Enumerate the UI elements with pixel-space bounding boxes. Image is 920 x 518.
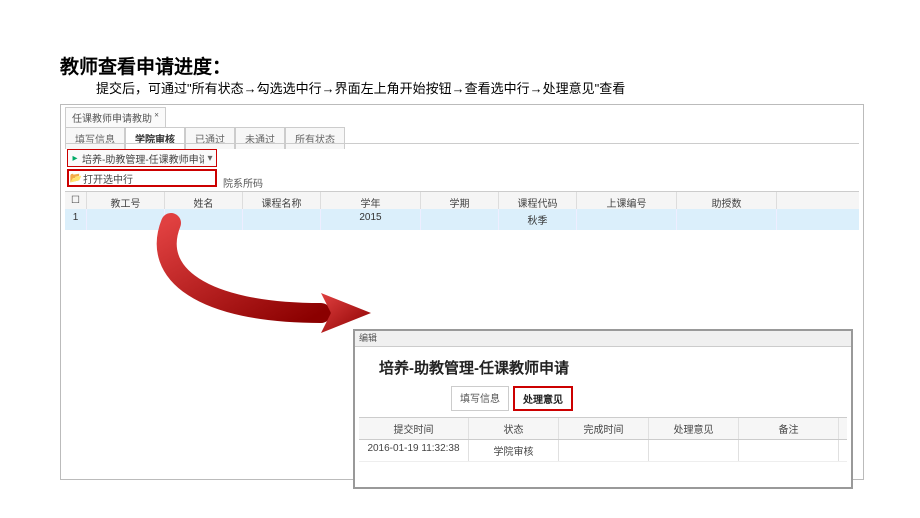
popup-row-cell: 2016-01-19 11:32:38 [359, 440, 469, 461]
row-index: 1 [65, 209, 87, 230]
page-subtitle: 提交后，可通过"所有状态→勾选选中行→界面左上角开始按钮→查看选中行→处理意见"… [96, 78, 625, 97]
open-selected-row-button[interactable]: 📂 打开选中行 [67, 169, 217, 187]
tab-college-review[interactable]: 学院审核 [125, 127, 185, 149]
tab-fill-info[interactable]: 填写信息 [65, 127, 125, 149]
popup-grid-header: 提交时间 状态 完成时间 处理意见 备注 [359, 417, 847, 440]
row-cell [87, 209, 165, 230]
close-icon[interactable]: × [152, 111, 159, 120]
row-cell: 秋季 [499, 209, 577, 230]
popup-header-cell: 备注 [739, 418, 839, 439]
page-title: 教师查看申请进度： [60, 52, 231, 79]
popup-tab-process-opinion[interactable]: 处理意见 [513, 386, 573, 411]
popup-row-cell [739, 440, 839, 461]
popup-table-row[interactable]: 2016-01-19 11:32:38 学院审核 [359, 440, 847, 462]
folder-open-icon: 📂 [69, 173, 83, 184]
row-cell [577, 209, 677, 230]
detail-popup: 编辑 培养-助教管理-任课教师申请 填写信息 处理意见 提交时间 状态 完成时间… [353, 329, 853, 489]
open-btn-label: 打开选中行 [83, 171, 133, 186]
tab-passed[interactable]: 已通过 [185, 127, 235, 149]
row-cell: 2015 [321, 209, 421, 230]
popup-row-cell [649, 440, 739, 461]
popup-header-cell: 处理意见 [649, 418, 739, 439]
table-row[interactable]: 1 2015 秋季 [65, 209, 859, 230]
popup-header-cell: 状态 [469, 418, 559, 439]
tab-all-status[interactable]: 所有状态 [285, 127, 345, 149]
instruction-arrow-icon [121, 213, 381, 353]
row-cell [421, 209, 499, 230]
popup-row-cell [559, 440, 649, 461]
popup-header-cell: 完成时间 [559, 418, 649, 439]
start-menu-combo[interactable]: ▸ 培养-助教管理-任课教师申请 ▾ [67, 149, 217, 167]
row-cell [677, 209, 777, 230]
popup-tabs: 填写信息 处理意见 [451, 386, 851, 411]
popup-header-cell: 提交时间 [359, 418, 469, 439]
tab-not-passed[interactable]: 未通过 [235, 127, 285, 149]
popup-title: 培养-助教管理-任课教师申请 [379, 357, 851, 378]
dept-code-label: 院系所码 [223, 175, 263, 190]
popup-tab-fill-info[interactable]: 填写信息 [451, 386, 509, 411]
chevron-down-icon: ▾ [204, 153, 216, 164]
play-icon: ▸ [68, 153, 82, 164]
row-cell [243, 209, 321, 230]
combo-label: 培养-助教管理-任课教师申请 [82, 151, 204, 166]
popup-header: 编辑 [355, 331, 851, 347]
main-tabs: 填写信息 学院审核 已通过 未通过 所有状态 [65, 127, 345, 149]
app-window: 任课教师申请教助 × 填写信息 学院审核 已通过 未通过 所有状态 ▸ 培养-助… [60, 104, 864, 480]
row-cell [165, 209, 243, 230]
popup-row-cell: 学院审核 [469, 440, 559, 461]
window-tab[interactable]: 任课教师申请教助 × [65, 107, 166, 128]
